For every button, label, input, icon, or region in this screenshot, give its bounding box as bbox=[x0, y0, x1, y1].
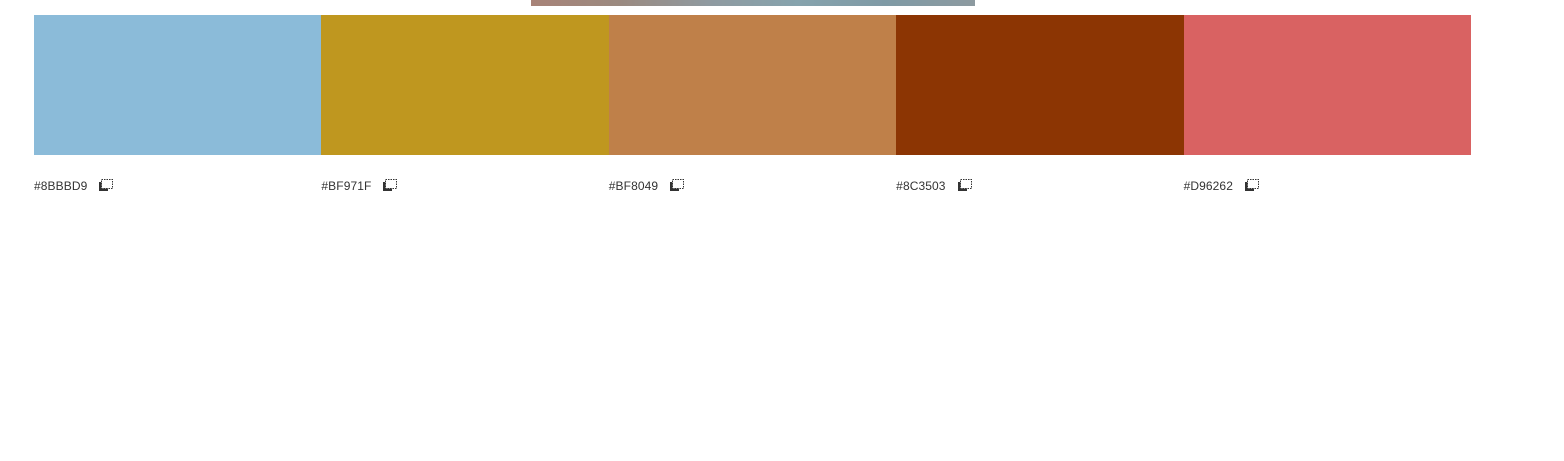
hex-row: #8C3503 bbox=[896, 178, 1183, 194]
hex-row: #D96262 bbox=[1184, 178, 1471, 194]
color-swatch bbox=[34, 15, 322, 155]
swatch-column: #BF971F bbox=[321, 15, 609, 194]
swatch-column: #BF8049 bbox=[608, 15, 897, 194]
copy-icon[interactable] bbox=[1244, 176, 1260, 192]
hex-code-label: #8C3503 bbox=[896, 179, 946, 193]
swatch-column: #D96262 bbox=[1183, 15, 1471, 194]
hex-code-label: #D96262 bbox=[1183, 179, 1233, 193]
copy-icon[interactable] bbox=[669, 176, 685, 192]
hex-code-label: #BF971F bbox=[321, 179, 372, 193]
hex-row: #BF971F bbox=[321, 178, 608, 194]
copy-icon[interactable] bbox=[957, 176, 973, 192]
color-swatch bbox=[321, 15, 609, 155]
swatch-column: #8BBBD9 bbox=[34, 15, 322, 194]
color-palette: #8BBBD9 #BF971F #BF8049 #8C3503 #D96262 bbox=[34, 15, 1471, 194]
color-swatch bbox=[896, 15, 1184, 155]
source-image-strip bbox=[531, 0, 975, 6]
hex-row: #BF8049 bbox=[609, 178, 896, 194]
copy-icon[interactable] bbox=[98, 176, 114, 192]
color-swatch bbox=[1183, 15, 1471, 155]
copy-icon[interactable] bbox=[382, 176, 398, 192]
color-swatch bbox=[608, 15, 897, 155]
swatch-column: #8C3503 bbox=[896, 15, 1184, 194]
hex-row: #8BBBD9 bbox=[34, 178, 321, 194]
hex-code-label: #8BBBD9 bbox=[34, 179, 88, 193]
hex-code-label: #BF8049 bbox=[608, 179, 659, 193]
